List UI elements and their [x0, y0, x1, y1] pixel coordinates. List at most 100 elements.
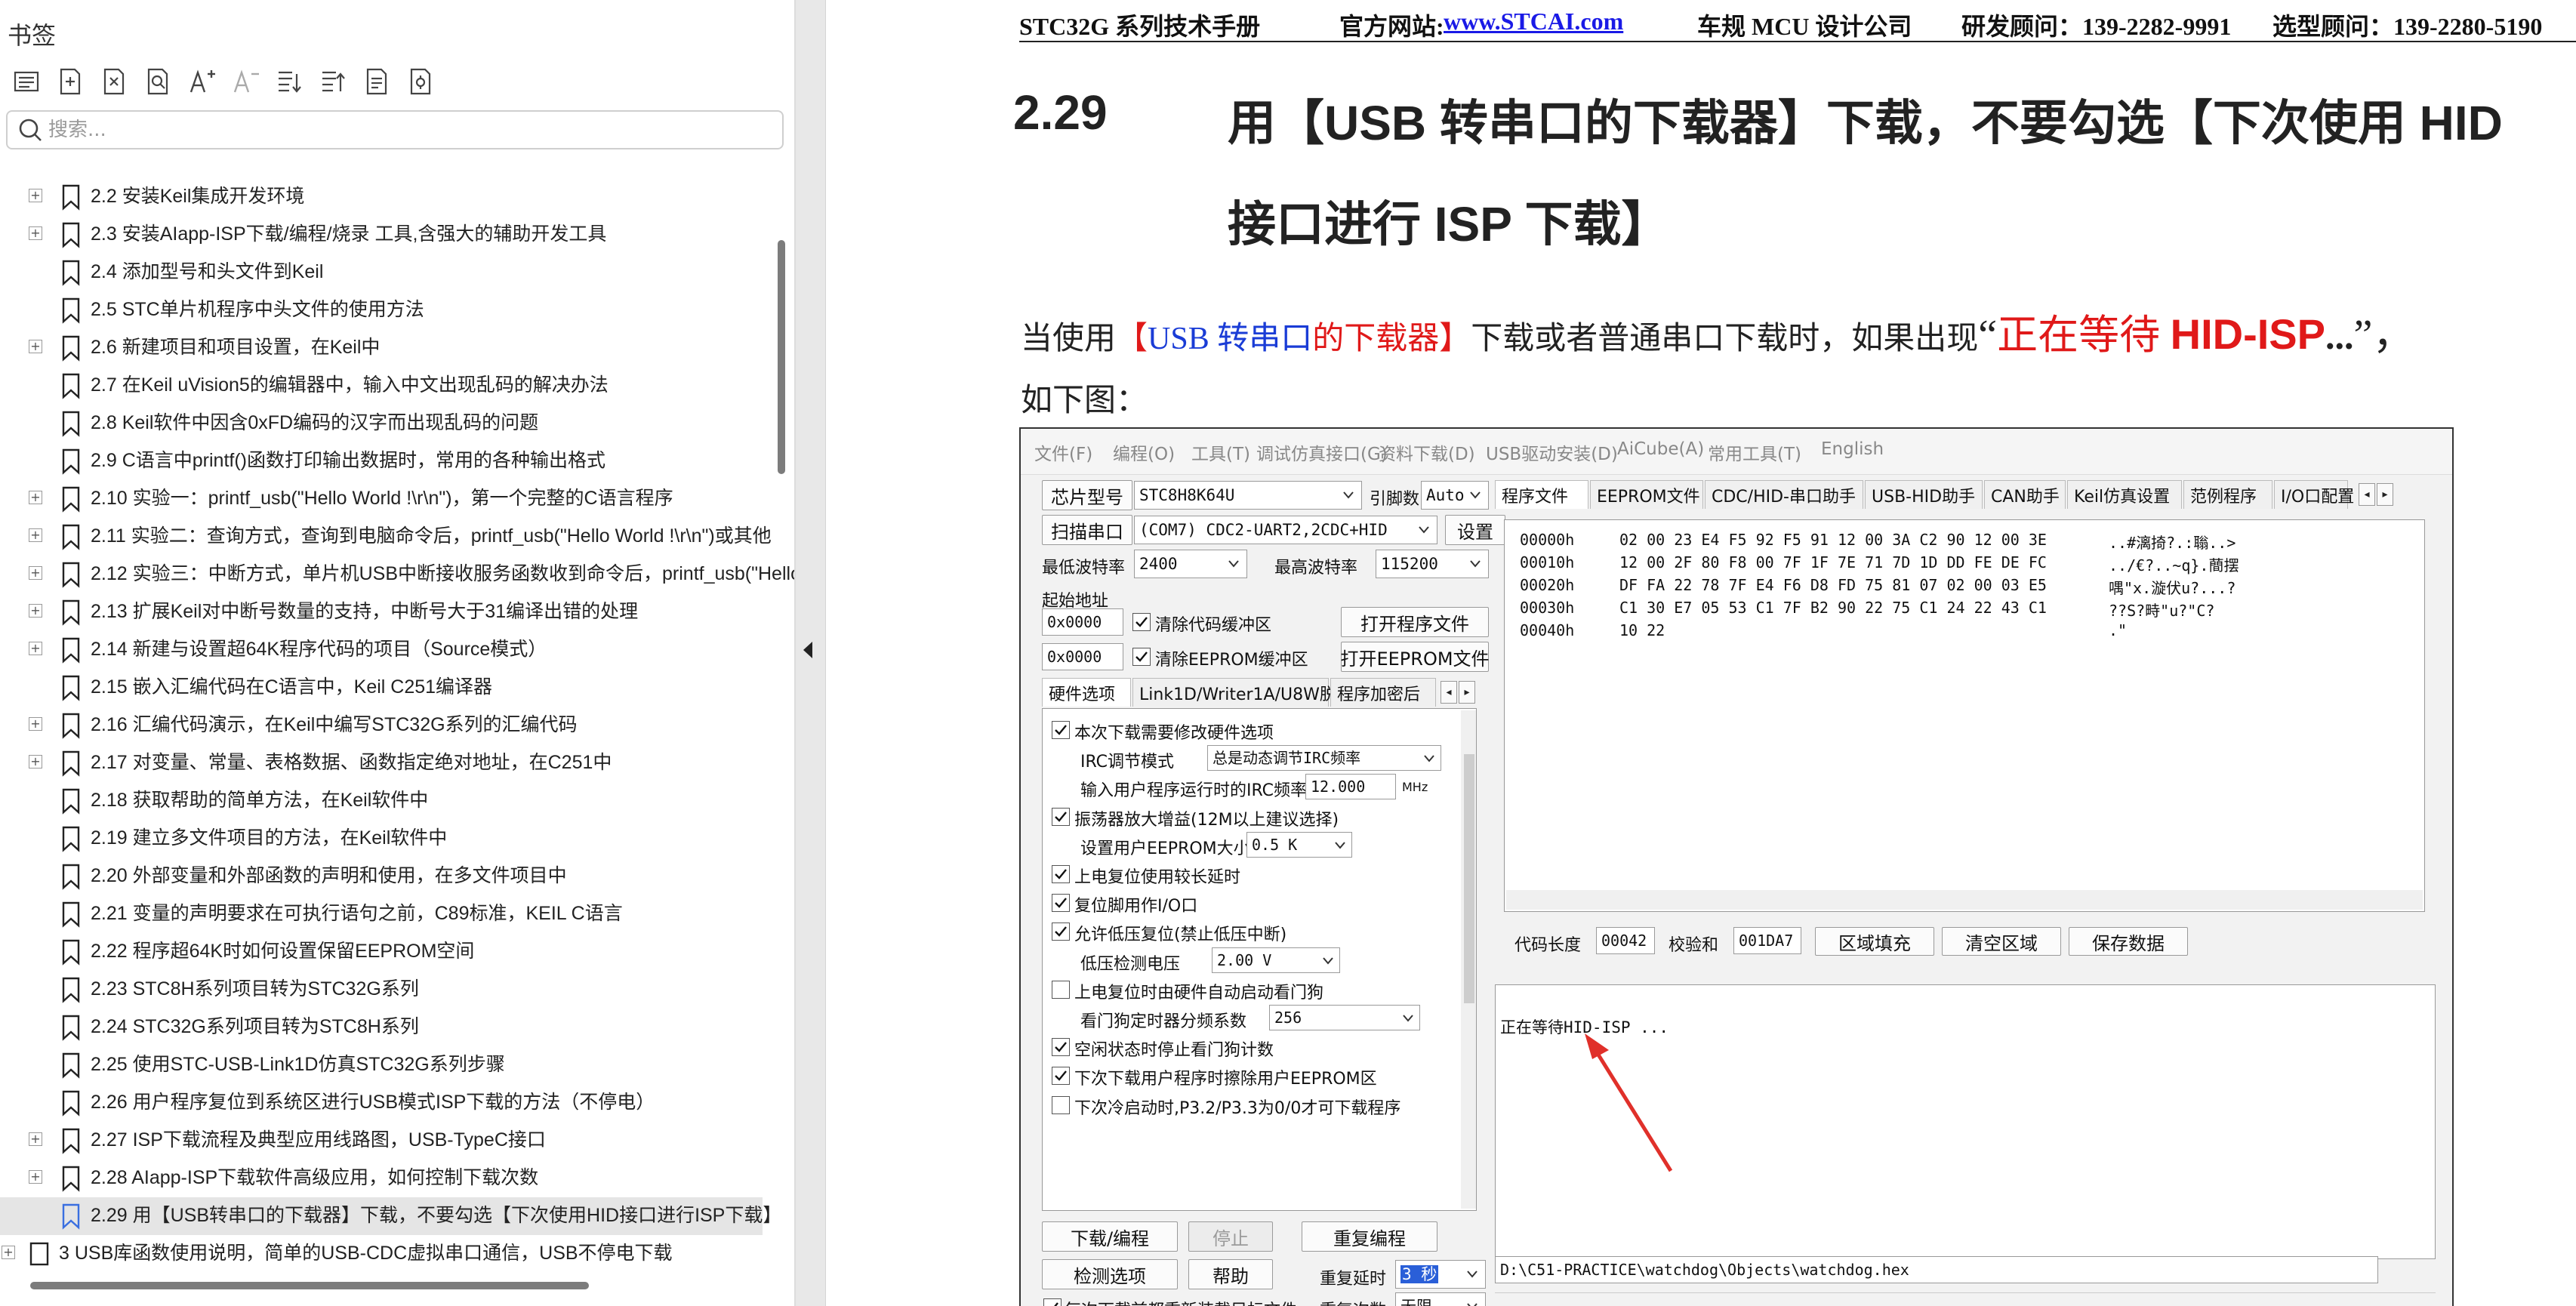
expand-toggle-icon[interactable]: +	[29, 604, 42, 618]
port-select[interactable]: (COM7) CDC2-UART2,2CDC+HID	[1134, 516, 1437, 544]
help-button[interactable]: 帮助	[1188, 1259, 1273, 1289]
expand-toggle-icon[interactable]: +	[29, 755, 42, 769]
search-bookmark-icon[interactable]	[136, 60, 180, 103]
clear-area-button[interactable]: 清空区域	[1942, 927, 2061, 956]
option-checkbox[interactable]	[1052, 894, 1070, 913]
detect-options-button[interactable]: 检测选项	[1042, 1259, 1178, 1289]
tab[interactable]: USB-HID助手	[1865, 480, 1983, 509]
tab[interactable]: 硬件选项	[1042, 678, 1131, 707]
bookmark-page-icon[interactable]	[355, 60, 399, 103]
bookmark-item[interactable]: 2.7 在Keil uVision5的编辑器中，输入中文出现乱码的解决办法	[0, 367, 763, 405]
sidebar-scrollbar[interactable]	[778, 240, 785, 474]
bookmark-item[interactable]: +2.17 对变量、常量、表格数据、函数指定绝对地址，在C251中	[0, 744, 763, 782]
chip-model-select[interactable]: STC8H8K64U	[1134, 481, 1362, 510]
hex-ascii[interactable]: ."	[2109, 621, 2127, 639]
expand-toggle-icon[interactable]: +	[29, 340, 42, 353]
hex-ascii[interactable]: ..#漓掎?.:聬..>	[2109, 531, 2236, 553]
tab[interactable]: 程序文件	[1495, 480, 1588, 509]
bookmark-item[interactable]: 2.8 Keil软件中因含0xFD编码的汉字而出现乱码的问题	[0, 405, 763, 442]
bookmark-item[interactable]: +2.16 汇编代码演示，在Keil中编写STC32G系列的汇编代码	[0, 707, 763, 744]
menu-item[interactable]: AiCube(A)	[1617, 439, 1704, 459]
increase-font-icon[interactable]	[180, 60, 223, 103]
open-eeprom-button[interactable]: 打开EEPROM文件	[1340, 642, 1490, 672]
expand-toggle-icon[interactable]: +	[29, 1170, 42, 1184]
menu-item[interactable]: 资料下载(D)	[1379, 439, 1475, 465]
option-checkbox[interactable]	[1052, 807, 1070, 826]
hex-bytes[interactable]: 12 00 2F 80 F8 00 7F 1F 7E 71 7D 1D DD F…	[1619, 553, 2047, 571]
bookmark-item[interactable]: +2.3 安装AIapp-ISP下载/编程/烧录 工具,含强大的辅助开发工具	[0, 216, 763, 254]
bookmark-item[interactable]: +2.10 实验一：printf_usb("Hello World !\r\n"…	[0, 480, 763, 518]
hex-ascii[interactable]: 喁"x.漩伏u?...?	[2109, 576, 2236, 598]
bookmark-item[interactable]: 2.21 变量的声明要求在可执行语句之前，C89标准，KEIL C语言	[0, 895, 763, 933]
menu-item[interactable]: 调试仿真接口(G)	[1256, 439, 1388, 465]
option-checkbox[interactable]	[1052, 1095, 1070, 1114]
bookmark-item[interactable]: 2.22 程序超64K时如何设置保留EEPROM空间	[0, 933, 763, 971]
option-checkbox[interactable]	[1052, 865, 1070, 883]
hex-bytes[interactable]: 10 22	[1619, 621, 1665, 639]
delete-bookmark-icon[interactable]	[92, 60, 136, 103]
tab[interactable]: Keil仿真设置	[2067, 480, 2182, 509]
expand-toggle-icon[interactable]: +	[29, 226, 42, 240]
menu-item[interactable]: English	[1821, 439, 1884, 459]
decrease-font-icon[interactable]	[223, 60, 267, 103]
add-bookmark-icon[interactable]	[48, 60, 92, 103]
hex-ascii[interactable]: ??S?畤"u?"C?	[2109, 599, 2214, 621]
tab-scroll-left-icon[interactable]: ◂	[1441, 681, 1457, 704]
bookmark-item[interactable]: +2.6 新建项目和项目设置，在Keil中	[0, 329, 763, 367]
bookmark-item[interactable]: 2.9 C语言中printf()函数打印输出数据时，常用的各种输出格式	[0, 442, 763, 480]
option-select[interactable]: 总是动态调节IRC频率	[1207, 745, 1441, 772]
port-settings-button[interactable]: 设置	[1445, 515, 1505, 545]
hex-bytes[interactable]: DF FA 22 78 7F E4 F6 D8 FD 75 81 07 02 0…	[1619, 576, 2047, 594]
option-select[interactable]: 0.5 K	[1246, 831, 1352, 858]
bookmark-item[interactable]: 2.25 使用STC-USB-Link1D仿真STC32G系列步骤	[0, 1046, 763, 1084]
option-checkbox[interactable]	[1052, 721, 1070, 739]
bookmark-item[interactable]: 2.23 STC8H系列项目转为STC32G系列	[0, 971, 763, 1009]
expand-toggle-icon[interactable]: +	[29, 1132, 42, 1146]
scan-port-button[interactable]: 扫描串口	[1042, 515, 1132, 545]
expand-all-icon[interactable]	[267, 60, 311, 103]
repeat-count-select[interactable]: 无限	[1395, 1292, 1486, 1306]
area-fill-button[interactable]: 区域填充	[1815, 927, 1934, 956]
option-select[interactable]: 256	[1269, 1005, 1420, 1030]
download-program-button[interactable]: 下载/编程	[1042, 1221, 1178, 1252]
bookmark-item[interactable]: +2.13 扩展Keil对中断号数量的支持，中断号大于31编译出错的处理	[0, 593, 763, 631]
clear-eeprom-checkbox[interactable]	[1132, 648, 1151, 666]
menu-item[interactable]: 常用工具(T)	[1708, 439, 1801, 465]
bookmark-search-box[interactable]	[6, 110, 784, 149]
expand-toggle-icon[interactable]: +	[2, 1246, 15, 1259]
expand-toggle-icon[interactable]: +	[29, 189, 42, 202]
reload-before-download-checkbox[interactable]	[1043, 1298, 1062, 1306]
collapse-all-icon[interactable]	[311, 60, 355, 103]
bookmark-item[interactable]: 2.19 建立多文件项目的方法，在Keil软件中	[0, 820, 763, 858]
bookmark-search-input[interactable]	[47, 118, 729, 142]
expand-toggle-icon[interactable]: +	[29, 642, 42, 655]
menu-item[interactable]: 编程(O)	[1113, 439, 1175, 465]
bookmark-item[interactable]: 2.20 外部变量和外部函数的声明和使用，在多文件项目中	[0, 858, 763, 895]
bookmark-item[interactable]: 2.26 用户程序复位到系统区进行USB模式ISP下载的方法（不停电）	[0, 1084, 763, 1122]
tab-scroll-right-icon[interactable]: ▸	[2377, 483, 2393, 506]
repeat-program-button[interactable]: 重复编程	[1302, 1221, 1437, 1252]
tab[interactable]: CAN助手	[1984, 480, 2066, 509]
bookmark-item[interactable]: +2.11 实验二：查询方式，查询到电脑命令后，printf_usb("Hell…	[0, 518, 772, 556]
bookmarks-list-icon[interactable]	[5, 60, 48, 103]
open-program-button[interactable]: 打开程序文件	[1341, 607, 1489, 637]
expand-toggle-icon[interactable]: +	[29, 717, 42, 731]
menu-item[interactable]: 工具(T)	[1191, 439, 1250, 465]
bookmark-item[interactable]: 2.5 STC单片机程序中头文件的使用方法	[0, 291, 763, 329]
options-scroll-thumb[interactable]	[1464, 754, 1474, 1003]
code-start-address[interactable]: 0x0000	[1042, 608, 1123, 636]
bookmark-item[interactable]: 2.29 用【USB转串口的下载器】下载，不要勾选【下次使用HID接口进行ISP…	[0, 1197, 781, 1235]
chip-model-button[interactable]: 芯片型号	[1042, 480, 1132, 510]
sidebar-horizontal-scrollbar[interactable]	[30, 1282, 589, 1289]
menu-item[interactable]: 文件(F)	[1034, 439, 1092, 465]
option-checkbox[interactable]	[1052, 980, 1070, 999]
bookmark-item[interactable]: +3 USB库函数使用说明，简单的USB-CDC虚拟串口通信，USB不停电下载	[0, 1235, 763, 1273]
expand-toggle-icon[interactable]: +	[29, 566, 42, 580]
option-checkbox[interactable]	[1052, 923, 1070, 941]
option-checkbox[interactable]	[1052, 1038, 1070, 1057]
min-baud-select[interactable]: 2400	[1134, 550, 1247, 578]
bookmark-item[interactable]: 2.24 STC32G系列项目转为STC8H系列	[0, 1009, 763, 1046]
hex-horizontal-scrollbar[interactable]	[1506, 890, 2423, 910]
tab[interactable]: I/O口配置	[2274, 480, 2354, 509]
bookmark-item[interactable]: 2.15 嵌入汇编代码在C语言中，Keil C251编译器	[0, 669, 763, 707]
